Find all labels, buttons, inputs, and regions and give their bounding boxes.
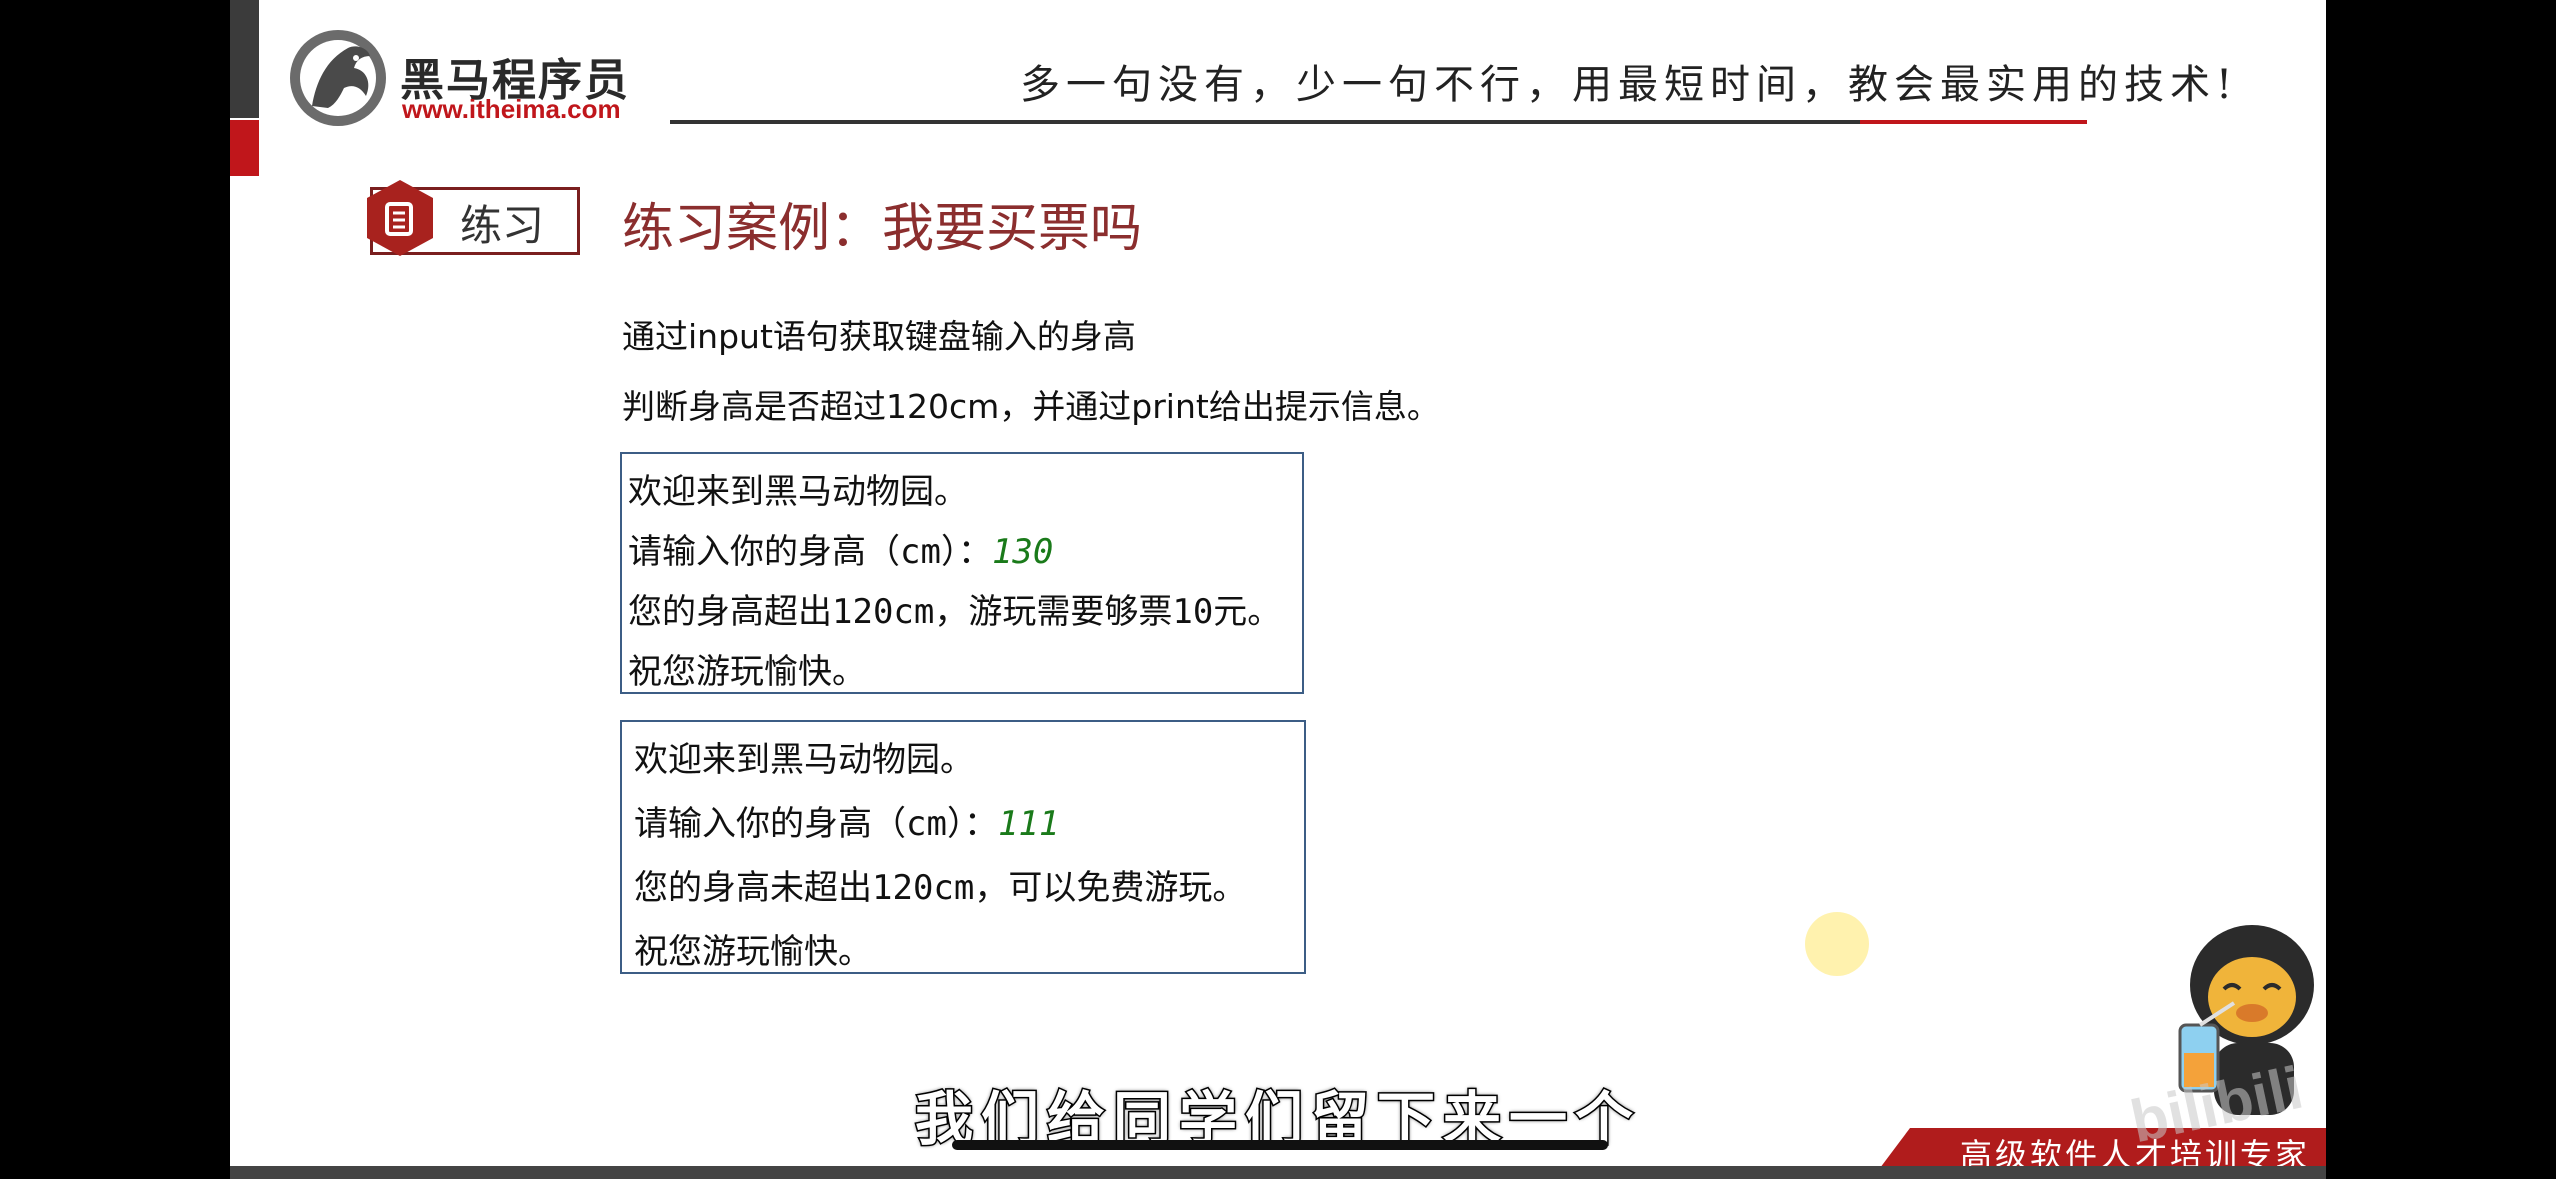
video-progress-track[interactable] — [952, 1140, 1608, 1150]
console-prompt-line: 请输入你的身高（cm）：130 — [628, 524, 1053, 573]
console-prompt-line: 请输入你的身高（cm）：111 — [634, 796, 1059, 845]
left-accent-bar — [230, 0, 259, 118]
exercise-badge-label: 练习 — [460, 201, 545, 250]
console-result: 您的身高超出120cm，游玩需要够票10元。 — [628, 592, 1282, 632]
description-line-2: 判断身高是否超过120cm，并通过print给出提示信息。 — [622, 387, 1440, 426]
console-output-example-2: 欢迎来到黑马动物园。 请输入你的身高（cm）：111 您的身高未超出120cm，… — [620, 720, 1306, 974]
console-prompt: 请输入你的身高（cm）： — [634, 804, 998, 844]
horse-logo-icon — [290, 30, 386, 126]
console-welcome: 欢迎来到黑马动物园。 — [628, 472, 968, 512]
console-farewell: 祝您游玩愉快。 — [634, 932, 872, 972]
slogan: 多一句没有，少一句不行，用最短时间，教会最实用的技术! — [1020, 62, 2239, 108]
cursor-highlight — [1805, 912, 1869, 976]
console-result: 您的身高未超出120cm，可以免费游玩。 — [634, 868, 1247, 908]
page-title: 练习案例：我要买票吗 — [622, 199, 1143, 259]
brand-url: www.itheima.com — [402, 94, 621, 124]
list-icon — [367, 180, 433, 256]
console-prompt: 请输入你的身高（cm）： — [628, 532, 992, 572]
console-output-example-1: 欢迎来到黑马动物园。 请输入你的身高（cm）：130 您的身高超出120cm，游… — [620, 452, 1304, 694]
console-input-value: 130 — [991, 532, 1054, 572]
console-welcome: 欢迎来到黑马动物园。 — [634, 740, 974, 780]
description-line-1: 通过input语句获取键盘输入的身高 — [622, 317, 1136, 356]
header-divider-accent — [1860, 120, 2087, 124]
bottom-strip — [230, 1166, 2326, 1179]
slide: 黑马程序员 www.itheima.com 多一句没有，少一句不行，用最短时间，… — [230, 0, 2326, 1166]
left-red-accent — [230, 120, 259, 176]
console-input-value: 111 — [997, 804, 1060, 844]
console-farewell: 祝您游玩愉快。 — [628, 652, 866, 692]
